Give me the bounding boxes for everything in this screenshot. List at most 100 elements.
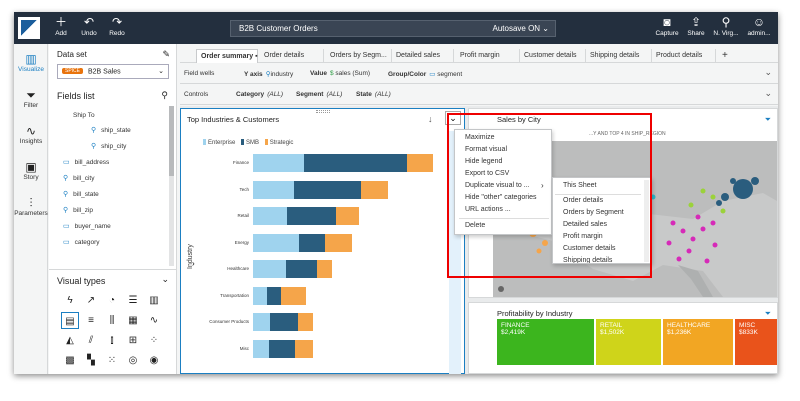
drag-handle[interactable] — [316, 110, 330, 113]
tab-menu-icon[interactable]: ▪ — [253, 53, 258, 60]
column-combo-icon[interactable]: ⫾ — [103, 332, 121, 349]
bar-segment-smb[interactable] — [299, 233, 325, 252]
control-category[interactable]: Category (ALL) — [236, 91, 283, 98]
field-bill-zip[interactable]: ⚲ bill_zip — [63, 206, 93, 214]
add-button[interactable]: ＋ Add — [46, 16, 76, 38]
bar-segment-smb[interactable] — [294, 180, 361, 199]
tab-customer-details[interactable]: Customer details — [520, 49, 586, 63]
dataset-select[interactable]: SPICE B2B Sales ⌄ — [57, 64, 169, 79]
rail-filter[interactable]: ⏷ Filter — [14, 88, 48, 109]
clustered-bar-icon[interactable]: ⫼ — [103, 312, 121, 329]
field-ship-state[interactable]: ⚲ ship_state — [91, 126, 131, 134]
gauge-icon[interactable]: ◎ — [124, 352, 142, 369]
search-icon[interactable]: ⚲ — [161, 90, 168, 101]
scatter-icon[interactable]: ⁘ — [145, 332, 163, 349]
bar-segment-strategic[interactable] — [336, 207, 359, 225]
bar-segment-smb[interactable] — [286, 207, 337, 225]
autograph-icon[interactable]: ϟ — [61, 292, 79, 309]
treemap-icon[interactable]: ▚ — [82, 352, 100, 369]
bar-line-icon[interactable]: ⊞ — [124, 332, 142, 349]
field-wells-bar[interactable]: Field wells Y axis ⚲industry Value $ sales… — [180, 64, 778, 84]
bar-segment-enterprise[interactable] — [253, 339, 270, 358]
redo-button[interactable]: ↷ Redo — [102, 16, 132, 38]
well-value[interactable]: Value $ sales (Sum) — [310, 70, 370, 77]
control-state[interactable]: State (ALL) — [356, 91, 391, 98]
bar-segment-strategic[interactable] — [298, 313, 313, 331]
tab-profit-margin[interactable]: Profit margin — [456, 49, 520, 63]
bar-segment-smb[interactable] — [270, 313, 299, 331]
visual-top-industries[interactable]: Top Industries & Customers ↓ ⌄ Enterpris… — [180, 108, 465, 374]
bar-segment-smb[interactable] — [267, 286, 281, 305]
heat-cell-finance[interactable]: FINANCE $2,419K — [497, 319, 594, 365]
analysis-title-bar[interactable]: B2B Customer Orders Autosave ON ⌄ — [230, 20, 556, 37]
well-y-axis[interactable]: Y axis ⚲industry — [244, 70, 293, 78]
bar-segment-strategic[interactable] — [325, 233, 352, 252]
heat-cell-retail[interactable]: RETAIL $1,502K — [596, 319, 661, 365]
sort-icon[interactable]: ↓ — [428, 114, 433, 124]
bar-segment-enterprise[interactable] — [253, 260, 286, 278]
stacked-bar-icon[interactable]: ▤ — [61, 312, 79, 329]
bar-segment-enterprise[interactable] — [253, 313, 271, 331]
bar-segment-smb[interactable] — [285, 260, 317, 278]
field-buyer-name[interactable]: ▭ buyer_name — [63, 222, 111, 230]
field-bill-state[interactable]: ⚲ bill_state — [63, 190, 99, 198]
region-selector[interactable]: ⚲ N. Virg... — [711, 16, 741, 38]
field-bill-city[interactable]: ⚲ bill_city — [63, 174, 94, 182]
bar-segment-strategic[interactable] — [407, 154, 433, 172]
line-chart-icon[interactable]: ∿ — [145, 312, 163, 329]
control-segment[interactable]: Segment (ALL) — [296, 91, 342, 98]
filter-icon[interactable]: ⏷ — [765, 115, 771, 125]
bar-segment-smb[interactable] — [269, 339, 296, 358]
combo-chart-icon[interactable]: ⫽ — [82, 332, 100, 349]
rail-story[interactable]: ▣ Story — [14, 160, 48, 181]
bar-segment-enterprise[interactable] — [253, 286, 268, 305]
tab-order-details[interactable]: Order details — [260, 49, 324, 63]
chevron-double-down-icon[interactable]: ⌄ — [764, 88, 772, 99]
autosave-toggle[interactable]: Autosave ON ⌄ — [492, 21, 549, 36]
tab-product-details[interactable]: Product details — [652, 49, 716, 63]
bar-segment-strategic[interactable] — [316, 260, 333, 278]
share-button[interactable]: ⇪ Share — [681, 16, 711, 38]
capture-button[interactable]: ◙ Capture — [652, 16, 682, 38]
legend-smb[interactable]: SMB — [237, 139, 259, 146]
area-chart-icon[interactable]: ◭ — [61, 332, 79, 349]
controls-bar[interactable]: Controls Category (ALL) Segment (ALL) Stat… — [180, 85, 778, 105]
tab-orders-by-segment[interactable]: Orders by Segm... — [326, 49, 392, 63]
add-sheet-button[interactable]: + — [718, 49, 732, 63]
bar-segment-strategic[interactable] — [295, 339, 313, 358]
horizontal-bar-icon[interactable]: ☰ — [124, 292, 142, 309]
legend-strategic[interactable]: Strategic — [261, 139, 293, 146]
legend-enterprise[interactable]: Enterprise — [199, 139, 235, 146]
scatter-plot-icon[interactable]: ⁙ — [103, 352, 121, 369]
bar-segment-enterprise[interactable] — [253, 180, 295, 199]
visual-profitability[interactable]: Profitability by Industry ⏷ FINANCE $2,41… — [468, 302, 778, 374]
bar-segment-smb[interactable] — [304, 154, 408, 172]
bar-segment-enterprise[interactable] — [253, 207, 287, 225]
tab-order-summary[interactable]: Order summary ▪ — [196, 49, 258, 63]
insight-icon[interactable]: ◉ — [145, 352, 163, 369]
field-ship-city[interactable]: ⚲ ship_city — [91, 142, 126, 150]
user-menu[interactable]: ☺ admin... — [744, 16, 774, 38]
rail-visualize[interactable]: ▥ Visualize — [14, 52, 48, 73]
chevron-down-icon[interactable]: ⌄ — [161, 274, 169, 285]
bar-segment-strategic[interactable] — [280, 286, 307, 305]
bar-segment-strategic[interactable] — [361, 180, 388, 199]
filter-icon[interactable]: ⏷ — [765, 309, 771, 319]
stacked-bar-100-icon[interactable]: ≡ — [82, 312, 100, 329]
field-bill-address[interactable]: ▭ bill_address — [63, 158, 109, 166]
bar-segment-enterprise[interactable] — [253, 233, 300, 252]
field-category[interactable]: ▭ category — [63, 238, 100, 246]
tab-shipping-details[interactable]: Shipping details — [586, 49, 652, 63]
heat-cell-healthcare[interactable]: HEALTHCARE $1,236K — [663, 319, 733, 365]
heat-cell-misc[interactable]: MISC $833K — [735, 319, 777, 365]
kpi-icon[interactable]: ↗ — [82, 292, 100, 309]
pivot-table-icon[interactable]: ▩ — [61, 352, 79, 369]
well-group-color[interactable]: Group/Color ▭ segment — [388, 70, 462, 78]
quicksight-logo[interactable] — [18, 17, 40, 39]
edit-dataset-icon[interactable]: ✎ — [162, 49, 170, 60]
pie-chart-icon[interactable]: ◔ — [103, 292, 121, 309]
undo-button[interactable]: ↶ Undo — [74, 16, 104, 38]
field-group-ship-to[interactable]: Ship To — [73, 112, 95, 119]
rail-parameters[interactable]: ⫶ Parameters — [14, 196, 48, 217]
vertical-bar-icon[interactable]: ▥ — [145, 292, 163, 309]
